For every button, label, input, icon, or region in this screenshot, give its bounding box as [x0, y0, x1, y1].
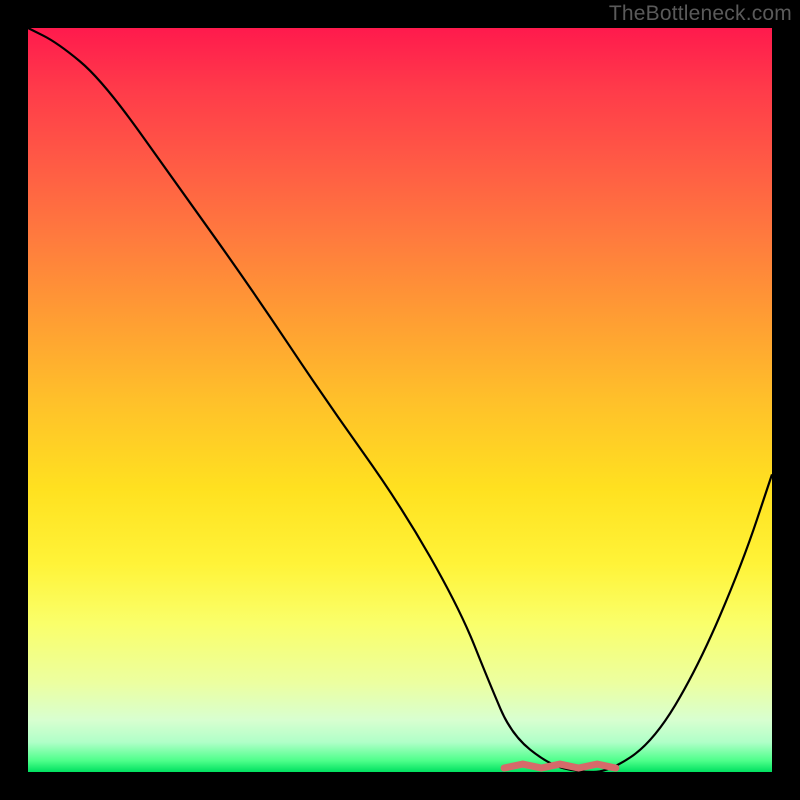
chart-container: TheBottleneck.com [0, 0, 800, 800]
plot-area [28, 28, 772, 772]
bottleneck-curve-path [28, 28, 772, 772]
curve-svg [28, 28, 772, 772]
flat-minimum-highlight [504, 764, 616, 768]
watermark-text: TheBottleneck.com [609, 2, 792, 26]
